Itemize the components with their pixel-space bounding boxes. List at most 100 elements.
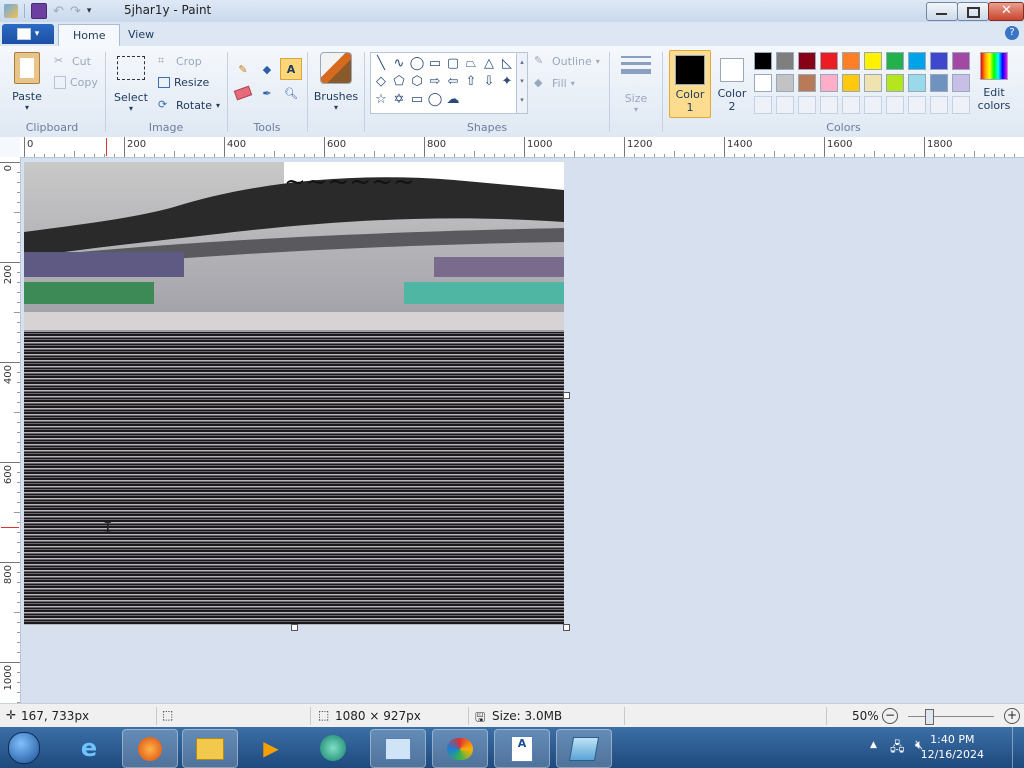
palette-custom-swatch[interactable]	[908, 96, 926, 114]
palette-swatch[interactable]	[754, 74, 772, 92]
show-desktop-button[interactable]	[1012, 727, 1024, 768]
fill-button[interactable]: ◆ Fill ▾	[534, 76, 575, 90]
up-arrow-shape-icon[interactable]: ⇧	[462, 72, 480, 90]
polygon-shape-icon[interactable]: ⏢	[462, 54, 480, 72]
rounded-rectangle-shape-icon[interactable]: ▢	[444, 54, 462, 72]
maximize-button[interactable]	[957, 2, 989, 21]
outline-button[interactable]: ✎ Outline ▾	[534, 54, 600, 68]
help-icon[interactable]: ?	[1005, 26, 1019, 40]
palette-swatch[interactable]	[842, 74, 860, 92]
palette-swatch[interactable]	[908, 74, 926, 92]
palette-swatch[interactable]	[930, 74, 948, 92]
size-button[interactable]: Size ▾	[616, 52, 656, 116]
shapes-scroll[interactable]: ▴ ▾ ▾	[516, 52, 528, 114]
taskbar-clock[interactable]: 1:40 PM 12/16/2024	[921, 732, 984, 762]
left-arrow-shape-icon[interactable]: ⇦	[444, 72, 462, 90]
palette-custom-swatch[interactable]	[820, 96, 838, 114]
resize-handle-bottom[interactable]	[291, 624, 298, 631]
zoom-slider-thumb[interactable]	[925, 709, 934, 725]
taskbar-paint[interactable]	[432, 729, 488, 768]
resize-handle-right[interactable]	[563, 392, 570, 399]
tab-home[interactable]: Home	[58, 24, 121, 46]
taskbar-media-player[interactable]: ▶	[244, 729, 298, 766]
zoom-slider-track[interactable]	[908, 716, 994, 717]
hexagon-shape-icon[interactable]: ⬡	[408, 72, 426, 90]
palette-swatch[interactable]	[820, 52, 838, 70]
palette-swatch[interactable]	[930, 52, 948, 70]
palette-custom-swatch[interactable]	[952, 96, 970, 114]
network-icon[interactable]: 🖧︎	[890, 738, 905, 760]
edit-colors-button[interactable]: Edit colors	[976, 52, 1012, 116]
image-canvas[interactable]: ~~~~~~	[24, 162, 564, 625]
start-button[interactable]	[4, 729, 44, 766]
palette-swatch[interactable]	[864, 52, 882, 70]
line-shape-icon[interactable]: ╲	[372, 54, 390, 72]
right-triangle-shape-icon[interactable]: ◺	[498, 54, 516, 72]
six-point-star-shape-icon[interactable]: ✡	[390, 90, 408, 108]
palette-custom-swatch[interactable]	[886, 96, 904, 114]
customize-qat-icon[interactable]: ▾	[87, 6, 92, 16]
triangle-shape-icon[interactable]: △	[480, 54, 498, 72]
palette-swatch[interactable]	[864, 74, 882, 92]
palette-swatch[interactable]	[798, 74, 816, 92]
oval-shape-icon[interactable]: ◯	[408, 54, 426, 72]
palette-custom-swatch[interactable]	[798, 96, 816, 114]
palette-swatch[interactable]	[776, 52, 794, 70]
eraser-icon[interactable]	[232, 82, 254, 104]
close-button[interactable]: ✕	[988, 2, 1024, 21]
color2-button[interactable]: Color 2	[714, 50, 750, 116]
four-point-star-shape-icon[interactable]: ✦	[498, 72, 516, 90]
down-arrow-shape-icon[interactable]: ⇩	[480, 72, 498, 90]
brushes-button[interactable]: Brushes ▾	[312, 52, 360, 116]
color1-button[interactable]: Color 1	[669, 50, 711, 118]
palette-custom-swatch[interactable]	[776, 96, 794, 114]
callout-rect-shape-icon[interactable]: ▭	[408, 90, 426, 108]
taskbar-internet-explorer[interactable]: e	[62, 729, 116, 766]
palette-swatch[interactable]	[952, 52, 970, 70]
palette-swatch[interactable]	[842, 52, 860, 70]
taskbar-app-green[interactable]	[306, 729, 360, 766]
magnifier-icon[interactable]: 🔍︎	[280, 82, 302, 104]
palette-swatch[interactable]	[952, 74, 970, 92]
palette-custom-swatch[interactable]	[864, 96, 882, 114]
taskbar-app-window[interactable]	[556, 729, 612, 768]
palette-custom-swatch[interactable]	[930, 96, 948, 114]
resize-handle-corner[interactable]	[563, 624, 570, 631]
tab-view[interactable]: View	[114, 24, 168, 45]
show-hidden-icons[interactable]: ▲	[870, 740, 877, 750]
color-picker-icon[interactable]: ✒	[256, 82, 278, 104]
pentagon-shape-icon[interactable]: ⬠	[390, 72, 408, 90]
resize-button[interactable]: Resize	[158, 76, 209, 89]
rotate-button[interactable]: ⟳ Rotate ▾	[158, 98, 220, 112]
cut-button[interactable]: ✂ Cut	[54, 54, 91, 68]
file-menu-button[interactable]: ▾	[2, 24, 54, 44]
redo-icon[interactable]: ↷	[70, 4, 81, 19]
five-point-star-shape-icon[interactable]: ☆	[372, 90, 390, 108]
paste-button[interactable]: Paste ▾	[8, 52, 46, 116]
callout-oval-shape-icon[interactable]: ◯	[426, 90, 444, 108]
taskbar-wordpad[interactable]: A	[494, 729, 550, 768]
fill-bucket-icon[interactable]: ◆	[256, 58, 278, 80]
taskbar-control-panel[interactable]	[370, 729, 426, 768]
select-button[interactable]: Select ▾	[114, 52, 148, 116]
diamond-shape-icon[interactable]: ◇	[372, 72, 390, 90]
palette-swatch[interactable]	[754, 52, 772, 70]
copy-button[interactable]: Copy	[54, 76, 98, 89]
palette-custom-swatch[interactable]	[754, 96, 772, 114]
text-tool-icon[interactable]: A	[280, 58, 302, 80]
save-icon[interactable]	[31, 3, 47, 19]
taskbar-file-explorer[interactable]	[182, 729, 238, 768]
undo-icon[interactable]: ↶	[53, 4, 64, 19]
pencil-icon[interactable]: ✎	[232, 58, 254, 80]
zoom-out-button[interactable]: −	[882, 708, 898, 724]
taskbar-firefox[interactable]	[122, 729, 178, 768]
rectangle-shape-icon[interactable]: ▭	[426, 54, 444, 72]
palette-swatch[interactable]	[820, 74, 838, 92]
palette-swatch[interactable]	[776, 74, 794, 92]
palette-swatch[interactable]	[908, 52, 926, 70]
right-arrow-shape-icon[interactable]: ⇨	[426, 72, 444, 90]
crop-button[interactable]: ⌗ Crop	[158, 54, 202, 68]
palette-swatch[interactable]	[886, 74, 904, 92]
curve-shape-icon[interactable]: ∿	[390, 54, 408, 72]
palette-swatch[interactable]	[886, 52, 904, 70]
